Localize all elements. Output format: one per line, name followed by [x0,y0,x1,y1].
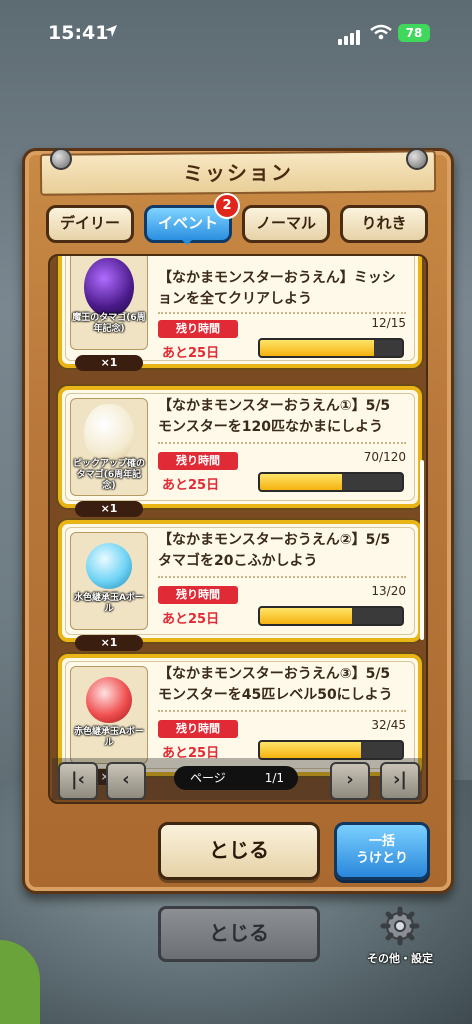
reward-name: 赤色継承玉Aボール [74,727,144,748]
reward-item: 赤色継承玉Aボール ×1 [70,666,148,785]
title-plate: ミッション [39,150,437,196]
remaining-time-value: あと25日 [162,612,220,627]
scrollbar[interactable] [420,460,424,640]
notification-badge: 2 [214,193,240,219]
progress-fill [260,340,374,356]
remaining-time-label: 残り時間 [158,720,238,738]
remaining-time-value: あと25日 [162,478,220,493]
settings-button[interactable]: その他・設定 [362,906,438,965]
progress-bar [258,338,404,358]
mission-card[interactable]: 水色継承玉Aボール ×1 【なかまモンスターおうえん②】5/5 タマゴを20こふ… [58,520,422,651]
background-close-button[interactable]: とじる [158,906,320,962]
egg-icon [84,258,134,316]
progress-fill [260,474,343,490]
page-label: ページ [190,771,226,785]
remaining-time-label: 残り時間 [158,320,238,338]
progress-count: 32/45 [371,718,406,732]
reward-name: 水色継承玉Aボール [74,593,144,614]
progress-fill [260,608,353,624]
pin-icon [406,148,428,170]
cellular-signal-icon [338,26,362,45]
progress-count: 13/20 [371,584,406,598]
page-title: ミッション [182,160,294,186]
reward-name: 魔王のタマゴ(6周年記念) [72,313,146,334]
prev-page-button[interactable]: ‹ [106,762,146,800]
collect-all-button[interactable]: 一括 うけとり [334,822,430,880]
progress-fill [260,742,361,758]
progress-count: 12/15 [371,316,406,330]
settings-label: その他・設定 [367,952,433,965]
page-indicator: ページ 1/1 [174,766,298,790]
remaining-time-label: 残り時間 [158,586,238,604]
tab-daily[interactable]: デイリー [46,205,134,243]
status-bar: 15:41 78 [0,0,472,60]
egg-icon [84,404,134,462]
mission-list[interactable]: 魔王のタマゴ(6周年記念) ×1 【なかまモンスターおうえん】ミッションを全てク… [48,254,428,804]
collect-all-line2: うけとり [355,851,408,866]
next-page-button[interactable]: › [330,762,370,800]
reward-item: 水色継承玉Aボール ×1 [70,532,148,651]
progress-bar [258,472,404,492]
reward-item: 魔王のタマゴ(6周年記念) ×1 [70,256,148,371]
reward-qty: ×1 [75,355,143,371]
orb-icon [86,677,132,723]
reward-qty: ×1 [75,635,143,651]
orb-icon [86,543,132,589]
progress-count: 70/120 [363,450,406,464]
last-page-button[interactable]: ›| [380,762,420,800]
remaining-time-value: あと25日 [162,346,220,361]
tab-normal[interactable]: ノーマル [242,205,330,243]
wifi-icon [370,24,392,40]
collect-all-line1: 一括 [368,834,395,849]
pin-icon [50,148,72,170]
reward-name: ピックアップ確のタマゴ(6周年記念) [72,459,145,491]
gear-icon [380,906,420,946]
location-arrow-icon [105,25,117,37]
battery-indicator: 78 [398,24,430,42]
mission-card[interactable]: ピックアップ確のタマゴ(6周年記念) ×1 【なかまモンスターおうえん①】5/5… [58,386,422,517]
reward-item: ピックアップ確のタマゴ(6周年記念) ×1 [70,398,148,517]
close-button[interactable]: とじる [158,822,320,880]
page-number: 1/1 [264,771,284,785]
tab-history[interactable]: りれき [340,205,428,243]
mission-title: 【なかまモンスターおうえん】ミッションを全てクリアしよう [158,270,396,307]
remaining-time-label: 残り時間 [158,452,238,470]
active-tab-pointer [180,238,194,245]
mission-title: 【なかまモンスターおうえん①】5/5 モンスターを120匹なかまにしよう [158,398,391,435]
mission-card[interactable]: 魔王のタマゴ(6周年記念) ×1 【なかまモンスターおうえん】ミッションを全てク… [58,256,422,371]
mission-title: 【なかまモンスターおうえん②】5/5 タマゴを20こふかしよう [158,532,391,569]
reward-qty: ×1 [75,501,143,517]
progress-bar [258,740,404,760]
mission-title: 【なかまモンスターおうえん③】5/5 モンスターを45匹レベル50にしよう [158,666,393,703]
progress-bar [258,606,404,626]
first-page-button[interactable]: |‹ [58,762,98,800]
status-time: 15:41 [48,22,109,44]
